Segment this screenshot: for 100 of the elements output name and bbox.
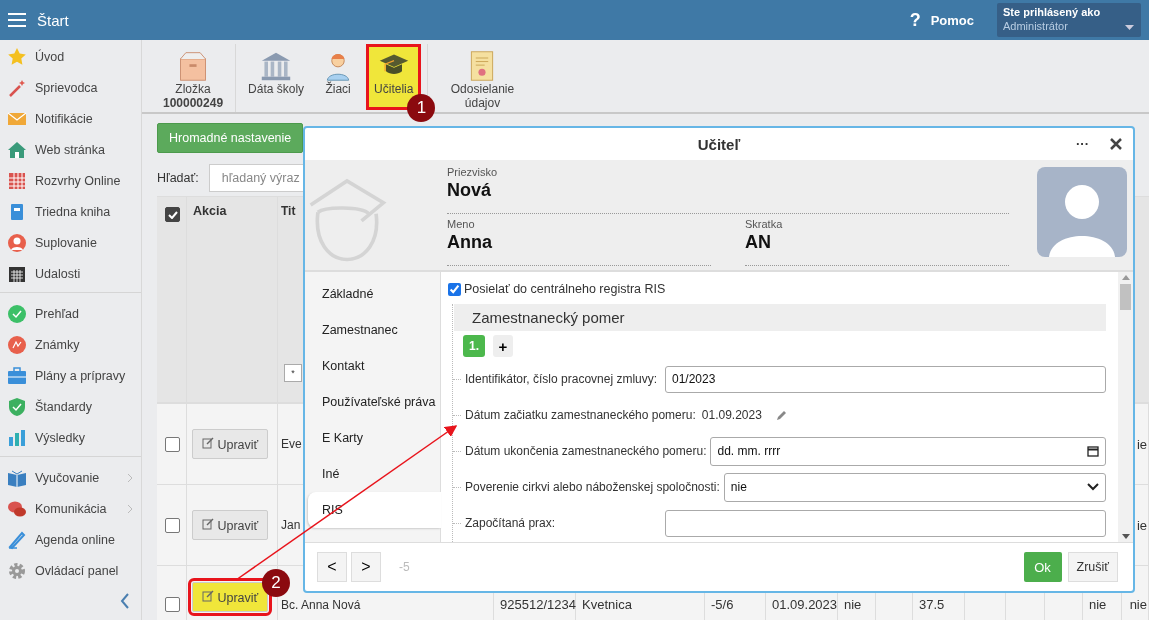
person-icon: [7, 232, 27, 253]
grade-circle-icon: [7, 334, 27, 355]
table-cell: Eve: [281, 437, 302, 451]
step-badge: 1: [407, 94, 436, 122]
sidebar-item[interactable]: Rozvrhy Online: [0, 165, 141, 196]
sidebar-item[interactable]: Triedna kniha: [0, 196, 141, 227]
field-value: Anna: [447, 232, 493, 253]
caret-icon: [1125, 25, 1134, 30]
sidebar-item[interactable]: Notifikácie: [0, 103, 141, 134]
text-field[interactable]: 01/2023: [665, 365, 1106, 393]
cancel-button[interactable]: Zrušiť: [1067, 552, 1118, 582]
close-icon[interactable]: [1110, 138, 1122, 150]
text-field[interactable]: [665, 509, 1106, 537]
scrollbar-thumb[interactable]: [1120, 284, 1131, 310]
check-circle-icon: [7, 303, 27, 324]
field-label: Započítaná prax:: [465, 516, 557, 530]
table-cell: 37.5: [919, 597, 945, 612]
edit-icon: [202, 436, 214, 449]
select-field[interactable]: nie: [723, 472, 1106, 502]
dialog-tab[interactable]: Zamestnanec: [308, 312, 440, 348]
sidebar-item[interactable]: Štandardy: [0, 391, 141, 422]
date-field[interactable]: dd. mm. rrrr: [710, 436, 1106, 466]
table-cell: Kvetnica: [582, 597, 632, 612]
menu-icon[interactable]: [8, 13, 26, 27]
pen-icon: [7, 529, 27, 550]
dialog-tab[interactable]: Kontakt: [308, 348, 440, 384]
chevron-down-icon: [1087, 483, 1099, 491]
row-checkbox[interactable]: [165, 517, 180, 533]
select-all-checkbox[interactable]: [165, 207, 180, 222]
sidebar-item[interactable]: Ovládací panel: [0, 555, 141, 586]
table-cell: nie: [1089, 597, 1107, 612]
previous-button[interactable]: <: [317, 552, 347, 582]
sidebar-item[interactable]: Úvod: [0, 41, 141, 72]
field-label: Skratka: [745, 218, 784, 230]
bar-chart-icon: [7, 427, 27, 448]
edit-button[interactable]: Upraviť: [192, 429, 269, 459]
settings-icon: [7, 560, 27, 581]
column-header[interactable]: Akcia: [193, 204, 227, 218]
user-name: Administrátor: [1003, 20, 1068, 32]
sidebar-item[interactable]: Známky: [0, 329, 141, 360]
sidebar-item[interactable]: Agenda online: [0, 524, 141, 555]
help-icon[interactable]: ?: [909, 9, 921, 31]
table-cell: 01.09.2023: [772, 597, 838, 612]
table-cell: ie: [1136, 436, 1147, 452]
add-record-button[interactable]: +: [493, 335, 513, 357]
field-label: Dátum začiatku zamestnaneckého pomeru:: [465, 408, 696, 422]
dialog-tab[interactable]: Iné: [308, 456, 440, 492]
toolbar-button[interactable]: Žiaci: [316, 44, 361, 110]
more-button[interactable]: ···: [1076, 136, 1089, 151]
checkbox-label: Posielať do centrálneho registra RIS: [464, 282, 666, 296]
chevron-right-icon: [127, 503, 133, 514]
house-icon: [7, 139, 27, 160]
scrollbar[interactable]: [1118, 272, 1133, 542]
row-checkbox[interactable]: [165, 436, 180, 452]
field-label: Priezvisko: [447, 166, 499, 178]
edit-button[interactable]: Upraviť: [192, 510, 269, 540]
page-title: Štart: [37, 11, 69, 29]
field-label: Dátum ukončenia zamestnaneckého pomeru:: [465, 444, 707, 458]
help-link[interactable]: Pomoc: [930, 12, 974, 28]
column-filter[interactable]: *: [284, 364, 302, 382]
sidebar-item[interactable]: Suplovanie: [0, 227, 141, 258]
sidebar-item[interactable]: Sprievodca: [0, 72, 141, 103]
field-label: Meno: [447, 218, 476, 230]
dialog-tab[interactable]: Používateľské práva: [308, 384, 440, 420]
user-dropdown[interactable]: Ste prihlásený ako Administrátor: [997, 3, 1141, 37]
sidebar-item[interactable]: Vyučovanie: [0, 462, 141, 493]
table-cell: Bc. Anna Nová: [281, 598, 361, 612]
toolbar-button[interactable]: Odosielanie údajov: [434, 44, 531, 110]
edit-icon: [202, 517, 214, 530]
table-cell: Jan: [281, 518, 301, 532]
table-cell: nie: [1129, 597, 1147, 612]
briefcase-icon: [7, 365, 27, 386]
field-value: Nová: [447, 180, 492, 201]
registry-checkbox[interactable]: [448, 282, 461, 296]
column-header[interactable]: Tit: [281, 204, 296, 218]
dialog-tab[interactable]: Základné: [308, 276, 440, 312]
calendar-icon[interactable]: [1087, 445, 1099, 457]
sidebar-item[interactable]: Web stránka: [0, 134, 141, 165]
step-badge: 2: [262, 569, 290, 597]
scroll-up-icon[interactable]: [1121, 275, 1130, 280]
sidebar-item[interactable]: Udalosti: [0, 258, 141, 289]
sidebar-item[interactable]: Plány a prípravy: [0, 360, 141, 391]
dialog-tab[interactable]: E Karty: [308, 420, 440, 456]
record-counter: -5: [399, 560, 410, 574]
sidebar-item[interactable]: Komunikácia: [0, 493, 141, 524]
timetable-icon: [7, 170, 27, 191]
sidebar-item[interactable]: Prehľad: [0, 298, 141, 329]
field-label: Poverenie cirkvi alebo náboženskej spoločnosti:: [465, 480, 720, 494]
search-label: Hľadať:: [157, 171, 199, 185]
edit-icon: [202, 589, 214, 602]
field-label: Identifikátor, číslo pracovnej zmluvy:: [465, 372, 659, 386]
toolbar-button[interactable]: Dáta školy: [242, 44, 311, 110]
field-value: 01.09.2023: [701, 408, 762, 422]
row-checkbox[interactable]: [165, 597, 180, 612]
collapse-icon[interactable]: [120, 593, 130, 609]
pencil-icon[interactable]: [775, 409, 788, 421]
next-button[interactable]: >: [351, 552, 381, 582]
sidebar-item[interactable]: Výsledky: [0, 422, 141, 453]
toolbar-button[interactable]: Zložka 100000249: [157, 44, 230, 110]
scroll-down-icon[interactable]: [1121, 534, 1130, 539]
